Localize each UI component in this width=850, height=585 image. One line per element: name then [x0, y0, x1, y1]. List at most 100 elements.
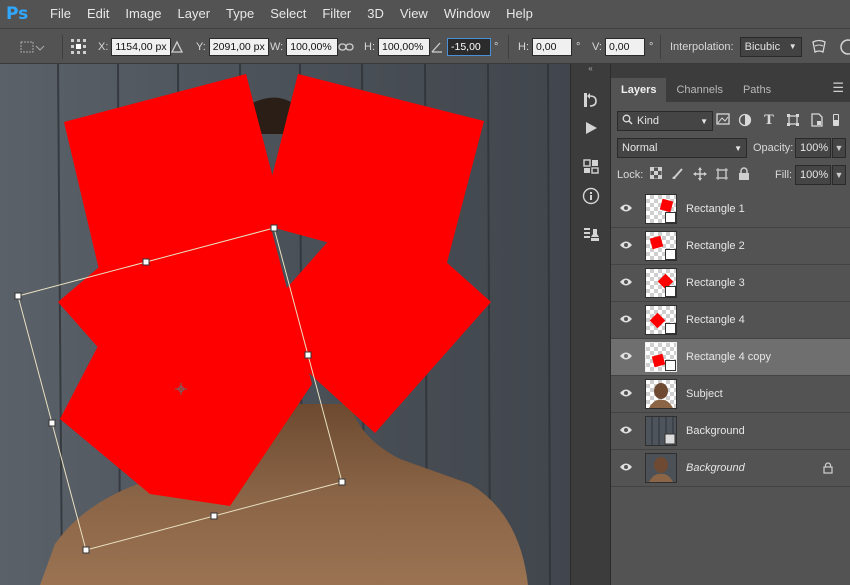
tab-layers[interactable]: Layers: [611, 78, 667, 102]
lock-artboard-icon[interactable]: [715, 167, 729, 181]
opacity-label: Opacity:: [753, 142, 794, 154]
reference-point-icon[interactable]: [70, 38, 88, 56]
menu-filter[interactable]: Filter: [314, 0, 359, 28]
menu-edit[interactable]: Edit: [79, 0, 117, 28]
tool-preset-icon[interactable]: [18, 38, 48, 56]
warp-mode-icon[interactable]: [810, 38, 828, 56]
blend-mode-dropdown[interactable]: Normal ▼: [617, 138, 747, 158]
lock-all-icon[interactable]: [737, 167, 751, 181]
menu-select[interactable]: Select: [262, 0, 314, 28]
layer-row[interactable]: Rectangle 4: [611, 302, 850, 339]
layer-row[interactable]: Rectangle 2: [611, 228, 850, 265]
cancel-transform-icon[interactable]: [838, 38, 850, 56]
layer-name[interactable]: Rectangle 1: [686, 203, 745, 215]
layer-thumbnail: [645, 416, 677, 446]
visibility-eye-icon[interactable]: [611, 202, 641, 216]
actions-play-icon[interactable]: [579, 116, 603, 140]
layer-name[interactable]: Subject: [686, 388, 723, 400]
shape-thumbnail-mark: [659, 198, 674, 213]
info-icon[interactable]: [579, 184, 603, 208]
clone-source-icon[interactable]: [579, 222, 603, 246]
lock-label: Lock:: [617, 169, 644, 181]
x-position-field[interactable]: 1154,00 px: [111, 38, 172, 56]
history-icon[interactable]: [579, 88, 603, 112]
menu-window[interactable]: Window: [436, 0, 498, 28]
layer-filter-kind-dropdown[interactable]: Kind ▼: [617, 111, 713, 131]
menu-bar: Ps File Edit Image Layer Type Select Fil…: [0, 0, 850, 28]
opacity-chevron-icon[interactable]: ▼: [832, 138, 846, 158]
layer-thumbnail: [645, 194, 677, 224]
layer-thumbnail: [645, 379, 677, 409]
menu-3d[interactable]: 3D: [359, 0, 392, 28]
lock-position-icon[interactable]: [693, 167, 707, 181]
layers-panel: Layers Channels Paths ☰ Kind ▼ T Normal …: [610, 64, 850, 585]
subject-thumbnail-image: [649, 383, 673, 408]
horizontal-skew-label: H:: [518, 41, 529, 53]
layer-row[interactable]: Background: [611, 413, 850, 450]
menu-image[interactable]: Image: [117, 0, 169, 28]
opacity-field[interactable]: 100%: [795, 138, 831, 158]
degree-symbol: °: [576, 41, 581, 53]
horizontal-skew-field[interactable]: 0,00: [532, 38, 572, 56]
canvas-artwork: [0, 64, 570, 585]
visibility-eye-icon[interactable]: [611, 276, 641, 290]
collapse-arrows-icon[interactable]: «: [571, 64, 610, 74]
kind-label: Kind: [637, 115, 660, 127]
layer-name[interactable]: Rectangle 4: [686, 314, 745, 326]
visibility-eye-icon[interactable]: [611, 461, 641, 475]
layer-name[interactable]: Background: [686, 425, 745, 437]
visibility-eye-icon[interactable]: [611, 239, 641, 253]
tab-paths[interactable]: Paths: [733, 78, 781, 102]
filter-smart-object-icon[interactable]: [809, 113, 825, 129]
layer-row[interactable]: Background: [611, 450, 850, 487]
layer-row-selected[interactable]: Rectangle 4 copy: [611, 339, 850, 376]
menu-view[interactable]: View: [392, 0, 436, 28]
layer-name[interactable]: Background: [686, 462, 745, 474]
interpolation-label: Interpolation:: [670, 41, 734, 53]
visibility-eye-icon[interactable]: [611, 424, 641, 438]
panel-menu-icon[interactable]: ☰: [832, 80, 844, 96]
filter-type-icon[interactable]: T: [761, 113, 777, 129]
shape-layer-badge-icon: [665, 323, 676, 334]
layer-row[interactable]: Subject: [611, 376, 850, 413]
properties-3d-icon[interactable]: [579, 154, 603, 178]
filter-pixel-icon[interactable]: [715, 113, 731, 129]
x-label: X:: [98, 41, 109, 53]
layer-row[interactable]: Rectangle 1: [611, 191, 850, 228]
y-position-field[interactable]: 2091,00 px: [208, 38, 269, 56]
rotation-angle-field[interactable]: -15,00: [447, 38, 491, 56]
fill-chevron-icon[interactable]: ▼: [832, 165, 846, 185]
layer-row[interactable]: Rectangle 3: [611, 265, 850, 302]
interpolation-value: Bicubic: [744, 41, 781, 53]
layer-name[interactable]: Rectangle 3: [686, 277, 745, 289]
fill-field[interactable]: 100%: [795, 165, 831, 185]
menu-help[interactable]: Help: [498, 0, 541, 28]
filter-adjustment-icon[interactable]: [737, 113, 753, 129]
vertical-skew-field[interactable]: 0,00: [605, 38, 645, 56]
panel-collapse-bar[interactable]: [611, 64, 850, 74]
lock-transparent-pixels-icon[interactable]: [649, 166, 663, 181]
panel-tabs: Layers Channels Paths ☰: [611, 74, 850, 102]
degree-symbol: °: [649, 41, 654, 53]
menu-file[interactable]: File: [42, 0, 79, 28]
y-label: Y:: [196, 41, 206, 53]
menu-layer[interactable]: Layer: [170, 0, 219, 28]
menu-type[interactable]: Type: [218, 0, 262, 28]
filter-toggle-icon[interactable]: [829, 113, 843, 129]
visibility-eye-icon[interactable]: [611, 387, 641, 401]
lock-image-pixels-icon[interactable]: [671, 167, 685, 181]
document-canvas[interactable]: [0, 64, 570, 585]
visibility-eye-icon[interactable]: [611, 313, 641, 327]
link-icon[interactable]: [338, 38, 354, 56]
filter-shape-icon[interactable]: [785, 113, 801, 129]
tab-channels[interactable]: Channels: [666, 78, 732, 102]
height-field[interactable]: 100,00%: [378, 38, 430, 56]
layer-locked-icon: [823, 462, 833, 477]
search-icon: [622, 114, 633, 128]
layer-name[interactable]: Rectangle 2: [686, 240, 745, 252]
interpolation-dropdown[interactable]: Bicubic ▼: [739, 37, 802, 57]
layer-name[interactable]: Rectangle 4 copy: [686, 351, 771, 363]
relative-position-icon[interactable]: [170, 38, 184, 56]
width-field[interactable]: 100,00%: [286, 38, 339, 56]
visibility-eye-icon[interactable]: [611, 350, 641, 364]
